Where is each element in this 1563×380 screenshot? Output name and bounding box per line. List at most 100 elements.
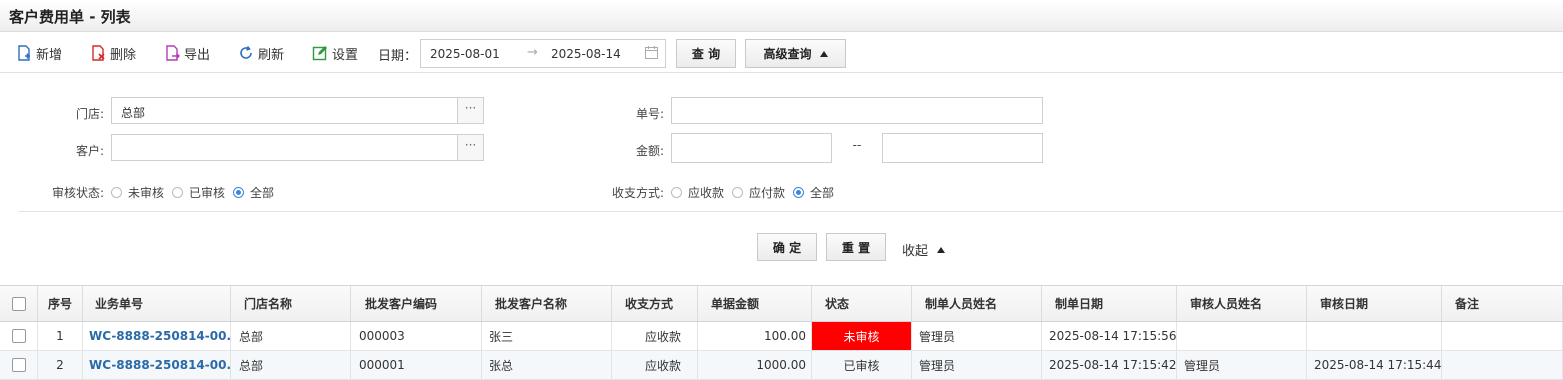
audit-option-label: 未审核 <box>128 186 165 200</box>
cell-remark <box>1442 322 1563 350</box>
column-header[interactable]: 单据金额 <box>698 286 812 321</box>
caret-up-icon <box>937 246 946 253</box>
collapse-label: 收起 <box>902 244 929 259</box>
store-field[interactable]: 总部 ··· <box>111 97 484 124</box>
table-row[interactable]: 2 WC-8888-250814-00... 总部 000001 张总 应收款 … <box>0 351 1563 380</box>
delete-label: 删除 <box>110 47 137 63</box>
reset-button[interactable]: 重 置 <box>826 233 886 261</box>
export-label: 导出 <box>184 47 211 63</box>
row-checkbox[interactable] <box>11 329 26 343</box>
collapse-toggle[interactable]: 收起 <box>902 240 946 259</box>
payment-option-label: 全部 <box>810 186 835 200</box>
row-select-cell <box>0 322 38 350</box>
settings-button[interactable]: 设置 <box>312 44 359 63</box>
cell-store: 总部 <box>231 322 351 350</box>
audit-option-audited[interactable]: 已审核 <box>172 184 225 201</box>
doc-no-field[interactable] <box>671 97 1043 124</box>
column-header[interactable]: 批发客户编码 <box>351 286 482 321</box>
date-to[interactable]: 2025-08-14 <box>551 47 621 61</box>
audit-status-group: 未审核 已审核 全部 <box>111 184 282 201</box>
table-row[interactable]: 1 WC-8888-250814-00... 总部 000003 张三 应收款 … <box>0 322 1563 351</box>
cell-store: 总部 <box>231 351 351 379</box>
amount-label: 金额: <box>635 144 664 158</box>
column-header[interactable]: 门店名称 <box>231 286 351 321</box>
column-header[interactable]: 审核日期 <box>1307 286 1442 321</box>
radio-icon <box>111 187 122 198</box>
payment-option-label: 应付款 <box>749 186 786 200</box>
cell-status-badge: 已审核 <box>812 351 912 379</box>
customer-field[interactable]: ··· <box>111 134 484 161</box>
column-header[interactable]: 批发客户名称 <box>482 286 612 321</box>
column-header[interactable]: 序号 <box>38 286 83 321</box>
title-bar: 客户费用单 - 列表 <box>0 0 1563 32</box>
confirm-button[interactable]: 确 定 <box>757 233 817 261</box>
add-button[interactable]: 新增 <box>16 44 62 63</box>
amount-separator: -- <box>852 138 862 152</box>
cell-payment-type: 应收款 <box>612 322 698 350</box>
column-header[interactable]: 制单人员姓名 <box>912 286 1042 321</box>
cell-doc-no-link[interactable]: WC-8888-250814-00... <box>83 351 231 379</box>
payment-option-payable[interactable]: 应付款 <box>732 184 785 201</box>
payment-type-group: 应收款 应付款 全部 <box>671 184 842 201</box>
row-checkbox[interactable] <box>11 358 26 372</box>
customer-picker-button[interactable]: ··· <box>457 135 483 160</box>
store-picker-button[interactable]: ··· <box>457 98 483 123</box>
column-header[interactable]: 业务单号 <box>83 286 231 321</box>
audit-status-label: 审核状态: <box>51 186 104 200</box>
data-grid: 序号 业务单号 门店名称 批发客户编码 批发客户名称 收支方式 单据金额 状态 … <box>0 285 1563 380</box>
amount-min-field[interactable] <box>671 133 832 163</box>
table-header-row: 序号 业务单号 门店名称 批发客户编码 批发客户名称 收支方式 单据金额 状态 … <box>0 286 1563 322</box>
select-all-checkbox[interactable] <box>11 296 26 311</box>
cell-customer-name: 张总 <box>482 351 612 379</box>
column-header[interactable]: 状态 <box>812 286 912 321</box>
settings-label: 设置 <box>332 47 359 63</box>
query-label: 查 询 <box>691 47 721 61</box>
file-plus-icon <box>18 45 30 61</box>
cell-status-badge: 未审核 <box>812 322 912 350</box>
column-header[interactable]: 制单日期 <box>1042 286 1177 321</box>
column-header[interactable]: 备注 <box>1442 286 1563 321</box>
refresh-icon <box>240 46 252 59</box>
cell-remark <box>1442 351 1563 379</box>
row-select-cell <box>0 351 38 379</box>
date-from[interactable]: 2025-08-01 <box>430 47 500 61</box>
advanced-query-button[interactable]: 高级查询 <box>745 39 846 68</box>
cell-audit-date <box>1307 322 1442 350</box>
audit-option-label: 已审核 <box>189 186 226 200</box>
customer-label: 客户: <box>75 144 104 158</box>
cell-amount: 1000.00 <box>698 351 812 379</box>
column-header[interactable]: 收支方式 <box>612 286 698 321</box>
cell-creator: 管理员 <box>912 322 1042 350</box>
cell-audit-date: 2025-08-14 17:15:44 <box>1307 351 1442 379</box>
payment-option-all[interactable]: 全部 <box>793 184 834 201</box>
cell-doc-no-link[interactable]: WC-8888-250814-00... <box>83 322 231 350</box>
date-arrow: → <box>527 45 538 60</box>
radio-selected-icon <box>233 187 245 198</box>
cell-customer-code: 000001 <box>351 351 482 379</box>
cell-auditor: 管理员 <box>1177 351 1307 379</box>
file-export-icon <box>166 45 180 61</box>
radio-selected-icon <box>793 187 805 198</box>
export-button[interactable]: 导出 <box>164 44 211 63</box>
file-delete-icon <box>92 45 105 61</box>
store-value: 总部 <box>121 106 146 120</box>
query-button[interactable]: 查 询 <box>676 39 736 68</box>
reset-label: 重 置 <box>841 240 871 255</box>
audit-option-all[interactable]: 全部 <box>233 184 274 201</box>
delete-button[interactable]: 删除 <box>90 44 137 63</box>
refresh-button[interactable]: 刷新 <box>238 44 285 63</box>
radio-icon <box>172 187 184 198</box>
date-range-picker[interactable]: 2025-08-01 → 2025-08-14 <box>420 39 666 68</box>
column-header[interactable]: 审核人员姓名 <box>1177 286 1307 321</box>
refresh-label: 刷新 <box>258 47 285 63</box>
doc-no-label: 单号: <box>635 107 664 121</box>
amount-max-field[interactable] <box>882 133 1043 163</box>
payment-option-receivable[interactable]: 应收款 <box>671 184 724 201</box>
caret-up-icon <box>819 50 828 57</box>
audit-option-unaudited[interactable]: 未审核 <box>111 184 164 201</box>
advanced-query-label: 高级查询 <box>763 47 812 61</box>
cell-amount: 100.00 <box>698 322 812 350</box>
cell-created-date: 2025-08-14 17:15:56 <box>1042 322 1177 350</box>
calendar-icon[interactable] <box>645 46 658 59</box>
cell-payment-type: 应收款 <box>612 351 698 379</box>
